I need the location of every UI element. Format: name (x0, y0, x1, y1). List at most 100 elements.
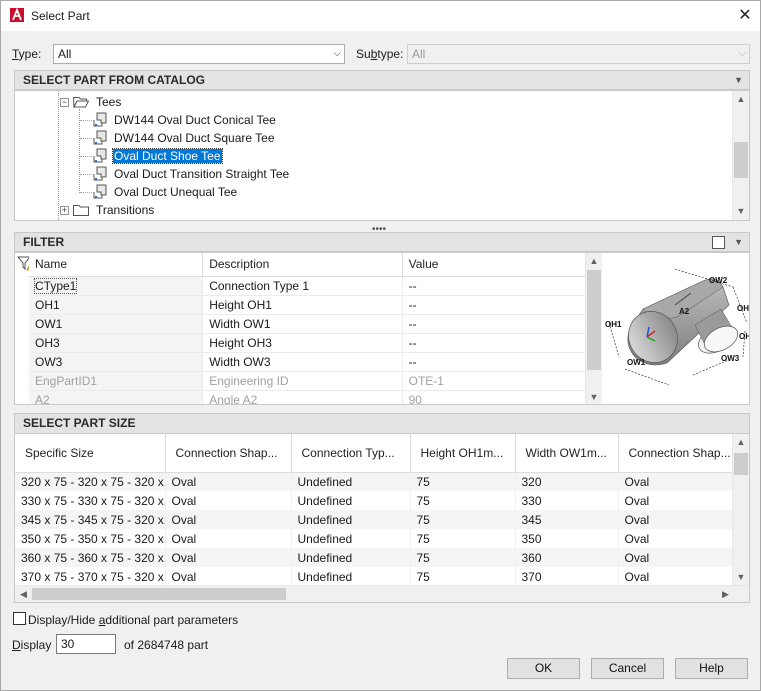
table-row[interactable]: 320 x 75 - 320 x 75 - 320 x... Oval Undefi… (15, 472, 734, 491)
type-label: Type: (12, 47, 42, 61)
size-vertical-scrollbar[interactable]: ▲ ▼ (732, 434, 749, 586)
close-button[interactable]: ✕ (734, 6, 756, 26)
tree-folder-transitions[interactable]: Transitions (95, 201, 155, 219)
size-section-header: SELECT PART SIZE (14, 413, 750, 433)
filter-section-header[interactable]: FILTER ▼ (14, 232, 750, 252)
filter-row[interactable]: EngPartID1 Engineering ID OTE-1 (29, 371, 600, 391)
column-header-height-oh1[interactable]: Height OH1m... (410, 434, 516, 473)
filter-scroll-thumb[interactable] (587, 270, 601, 370)
filter-description: Width OW3 (202, 352, 403, 372)
scroll-down-icon[interactable]: ▼ (586, 389, 602, 404)
catalog-tree[interactable]: − Tees DW144 Oval Duct Conical Tee DW144… (14, 90, 750, 221)
column-header-name[interactable]: Name (29, 253, 204, 277)
close-icon: ✕ (738, 7, 752, 24)
filter-value[interactable]: -- (402, 333, 600, 353)
filter-value[interactable]: 90 (402, 390, 600, 404)
type-value: All (58, 47, 72, 61)
filter-description: Height OH1 (202, 295, 403, 315)
tree-item-oval-duct-shoe-tee[interactable]: Oval Duct Shoe Tee (112, 147, 223, 165)
column-header-connection-shape-2[interactable]: Connection Shap... (618, 434, 734, 473)
table-row[interactable]: 345 x 75 - 345 x 75 - 320 x... Oval Undefi… (15, 510, 734, 529)
dim-label-a2: A2 (679, 307, 690, 316)
select-part-dialog: Select Part ✕ Type: All ⌵ Subtype: All ⌵… (0, 0, 761, 691)
filter-value[interactable]: -- (402, 276, 600, 296)
scroll-down-icon[interactable]: ▼ (733, 569, 749, 586)
filter-row[interactable]: OH1 Height OH1 -- (29, 295, 600, 315)
dim-label-ow1: OW1 (627, 358, 646, 367)
filter-name: EngPartID1 (29, 371, 204, 391)
size-vscroll-thumb[interactable] (734, 453, 748, 475)
dim-label-oh2: OH2 (737, 304, 749, 313)
ok-button[interactable]: OK (507, 658, 580, 679)
filter-name: OW1 (29, 314, 204, 334)
filter-row[interactable]: A2 Angle A2 90 (29, 390, 600, 404)
filter-value[interactable]: -- (402, 295, 600, 315)
filter-description: Angle A2 (202, 390, 403, 404)
filter-description: Engineering ID (202, 371, 403, 391)
tree-item-dw144-square-tee[interactable]: DW144 Oval Duct Square Tee (113, 129, 276, 147)
catalog-scroll-thumb[interactable] (734, 141, 748, 178)
display-count-input[interactable]: 30 (56, 634, 116, 654)
column-header-description[interactable]: Description (202, 253, 403, 277)
collapse-tees-toggle[interactable]: − (60, 98, 69, 107)
scroll-right-icon[interactable]: ▶ (717, 586, 734, 602)
table-row[interactable]: 360 x 75 - 360 x 75 - 320 x... Oval Undefi… (15, 548, 734, 567)
filter-value[interactable]: -- (402, 352, 600, 372)
filter-panel: Name Description Value CType1 Connection… (14, 252, 750, 405)
table-row[interactable]: 350 x 75 - 350 x 75 - 320 x... Oval Undefi… (15, 529, 734, 548)
collapse-arrow-icon[interactable]: ▼ (734, 233, 743, 251)
filter-description: Width OW1 (202, 314, 403, 334)
filter-row[interactable]: OW1 Width OW1 -- (29, 314, 600, 334)
part-icon (93, 112, 107, 127)
table-row[interactable]: 370 x 75 - 370 x 75 - 320 x... Oval Undefi… (15, 567, 734, 586)
additional-params-label[interactable]: Display/Hide additional part parameters (28, 613, 238, 627)
size-panel: Specific Size Connection Shap... Connect… (14, 433, 750, 603)
part-preview-image: OW2 OH2 A2 OH1 OH3 OW1 OW3 (605, 268, 749, 386)
column-header-width-ow1[interactable]: Width OW1m... (515, 434, 619, 473)
scroll-up-icon[interactable]: ▲ (733, 91, 749, 108)
expand-transitions-toggle[interactable]: + (60, 206, 69, 215)
size-horizontal-scrollbar[interactable]: ◀ ▶ (15, 585, 749, 602)
filter-row[interactable]: OW3 Width OW3 -- (29, 352, 600, 372)
tree-item-oval-duct-transition-straight-tee[interactable]: Oval Duct Transition Straight Tee (113, 165, 290, 183)
scroll-down-icon[interactable]: ▼ (733, 203, 749, 220)
cancel-button[interactable]: Cancel (591, 658, 664, 679)
filter-scrollbar[interactable]: ▲ ▼ (585, 253, 602, 404)
tree-item-oval-duct-unequal-tee[interactable]: Oval Duct Unequal Tee (113, 183, 238, 201)
filter-description: Connection Type 1 (202, 276, 403, 296)
scroll-up-icon[interactable]: ▲ (586, 253, 602, 270)
size-grid[interactable]: Specific Size Connection Shap... Connect… (15, 434, 734, 586)
filter-value[interactable]: -- (402, 314, 600, 334)
dim-label-ow2: OW2 (709, 276, 728, 285)
filter-value[interactable]: OTE-1 (402, 371, 600, 391)
column-header-connection-type[interactable]: Connection Typ... (291, 434, 411, 473)
scroll-left-icon[interactable]: ◀ (15, 586, 32, 602)
part-count-text: of 2684748 part (124, 638, 209, 652)
collapse-arrow-icon[interactable]: ▼ (734, 71, 743, 89)
type-dropdown[interactable]: All ⌵ (53, 44, 345, 64)
size-hscroll-thumb[interactable] (32, 588, 286, 600)
help-button[interactable]: Help (675, 658, 748, 679)
catalog-section-header[interactable]: SELECT PART FROM CATALOG ▼ (14, 70, 750, 90)
filter-row[interactable]: OH3 Height OH3 -- (29, 333, 600, 353)
subtype-label: Subtype: (356, 47, 404, 61)
column-header-value[interactable]: Value (402, 253, 600, 277)
display-label: Display (12, 638, 52, 652)
tree-folder-tees[interactable]: Tees (95, 93, 122, 111)
column-header-specific-size[interactable]: Specific Size (15, 434, 166, 473)
filter-grid[interactable]: Name Description Value CType1 Connection… (15, 253, 600, 404)
tree-item-dw144-conical-tee[interactable]: DW144 Oval Duct Conical Tee (113, 111, 277, 129)
filter-enable-checkbox[interactable] (712, 236, 725, 249)
dim-label-ow3: OW3 (721, 354, 740, 363)
window-title: Select Part (31, 9, 90, 23)
additional-params-checkbox[interactable] (13, 612, 26, 625)
chevron-down-icon: ⌵ (333, 48, 341, 59)
autocad-a-icon (10, 8, 24, 22)
column-header-connection-shape[interactable]: Connection Shap... (165, 434, 292, 473)
chevron-down-icon: ⌵ (738, 48, 746, 59)
filter-name: CType1 (29, 276, 204, 296)
scroll-up-icon[interactable]: ▲ (733, 434, 749, 451)
catalog-scrollbar[interactable]: ▲ ▼ (732, 91, 749, 220)
filter-row[interactable]: CType1 Connection Type 1 -- (29, 276, 600, 296)
table-row[interactable]: 330 x 75 - 330 x 75 - 320 x... Oval Undefi… (15, 491, 734, 510)
